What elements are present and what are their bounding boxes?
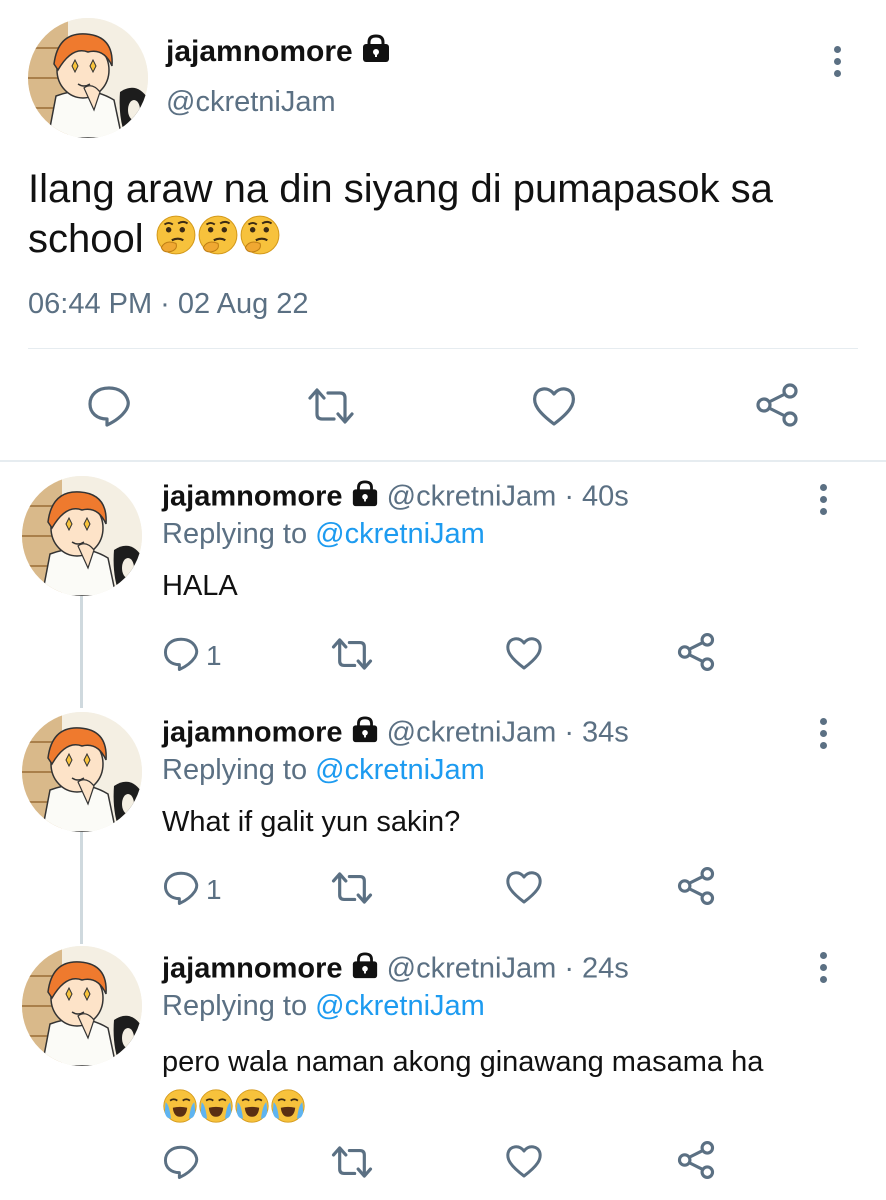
thinking-face-emoji xyxy=(197,214,239,268)
reply-icon[interactable] xyxy=(162,1144,200,1180)
reply-header: jajamnomore @ckretniJam · 40s xyxy=(162,480,629,516)
main-tweet-avatar[interactable] xyxy=(28,18,148,138)
reply-handle-time[interactable]: @ckretniJam · 40s xyxy=(387,481,629,513)
more-options-icon[interactable] xyxy=(816,952,830,988)
replying-to: Replying to @ckretniJam xyxy=(162,754,485,787)
loudly-crying-face-emoji xyxy=(270,1088,306,1137)
thinking-face-emoji xyxy=(239,214,281,268)
thinking-face-emoji xyxy=(155,214,197,268)
reply-display-name[interactable]: jajamnomore xyxy=(162,717,343,749)
reply-count: 1 xyxy=(206,874,222,905)
reply-emoji-row xyxy=(162,1088,763,1137)
like-icon[interactable] xyxy=(530,384,578,428)
divider xyxy=(28,348,858,349)
tweet-text-line: Ilang araw na din siyang di pumapasok sa xyxy=(28,167,773,211)
reply-icon[interactable] xyxy=(162,870,200,906)
replying-to-label: Replying to xyxy=(162,990,308,1022)
reply-display-name[interactable]: jajamnomore xyxy=(162,481,343,513)
reply-avatar[interactable] xyxy=(22,712,142,832)
like-icon[interactable] xyxy=(504,1142,544,1180)
reply-handle-time[interactable]: @ckretniJam · 24s xyxy=(387,953,629,985)
like-icon[interactable] xyxy=(504,634,544,672)
thread-connector-line xyxy=(80,596,83,708)
thread-connector-line xyxy=(80,832,83,944)
replying-to-label: Replying to xyxy=(162,518,308,550)
replying-to-handle[interactable]: @ckretniJam xyxy=(315,990,485,1022)
share-icon[interactable] xyxy=(754,382,800,428)
display-name-text: jajamnomore xyxy=(166,34,353,68)
tweet-text-word: school xyxy=(28,217,144,261)
main-tweet-handle[interactable]: @ckretniJam xyxy=(166,86,336,119)
lock-icon xyxy=(361,34,391,72)
lock-icon xyxy=(351,952,379,988)
retweet-icon[interactable] xyxy=(330,1144,374,1180)
reply-text: HALA xyxy=(162,570,238,602)
retweet-icon[interactable] xyxy=(330,870,374,906)
reply-display-name[interactable]: jajamnomore xyxy=(162,953,343,985)
reply-text-line: pero wala naman akong ginawang masama ha xyxy=(162,1046,764,1078)
loudly-crying-face-emoji xyxy=(162,1088,198,1137)
replying-to: Replying to @ckretniJam xyxy=(162,518,485,551)
loudly-crying-face-emoji xyxy=(234,1088,270,1137)
replying-to: Replying to @ckretniJam xyxy=(162,990,485,1023)
reply-handle-time[interactable]: @ckretniJam · 34s xyxy=(387,717,629,749)
reply-header: jajamnomore @ckretniJam · 24s xyxy=(162,952,629,988)
reply-header: jajamnomore @ckretniJam · 34s xyxy=(162,716,629,752)
reply-text: pero wala naman akong ginawang masama ha xyxy=(162,1040,763,1137)
reply-avatar[interactable] xyxy=(22,946,142,1066)
tweet-timestamp[interactable]: 06:44 PM · 02 Aug 22 xyxy=(28,288,309,321)
share-icon[interactable] xyxy=(676,866,716,906)
replying-to-handle[interactable]: @ckretniJam xyxy=(315,754,485,786)
retweet-icon[interactable] xyxy=(330,636,374,672)
replying-to-handle[interactable]: @ckretniJam xyxy=(315,518,485,550)
loudly-crying-face-emoji xyxy=(198,1088,234,1137)
more-options-icon[interactable] xyxy=(816,484,830,520)
reply-count: 1 xyxy=(206,640,222,671)
more-options-icon[interactable] xyxy=(830,46,844,82)
reply-text: What if galit yun sakin? xyxy=(162,806,461,838)
section-divider xyxy=(0,460,886,462)
retweet-icon[interactable] xyxy=(306,386,356,426)
lock-icon xyxy=(351,716,379,752)
replying-to-label: Replying to xyxy=(162,754,308,786)
share-icon[interactable] xyxy=(676,632,716,672)
tweet-text-line-2: school xyxy=(28,214,773,268)
main-tweet-text: Ilang araw na din siyang di pumapasok sa… xyxy=(28,164,773,268)
share-icon[interactable] xyxy=(676,1140,716,1180)
reply-icon[interactable] xyxy=(86,384,132,428)
main-tweet-display-name[interactable]: jajamnomore xyxy=(166,34,391,72)
reply-avatar[interactable] xyxy=(22,476,142,596)
lock-icon xyxy=(351,480,379,516)
like-icon[interactable] xyxy=(504,868,544,906)
more-options-icon[interactable] xyxy=(816,718,830,754)
reply-icon[interactable] xyxy=(162,636,200,672)
